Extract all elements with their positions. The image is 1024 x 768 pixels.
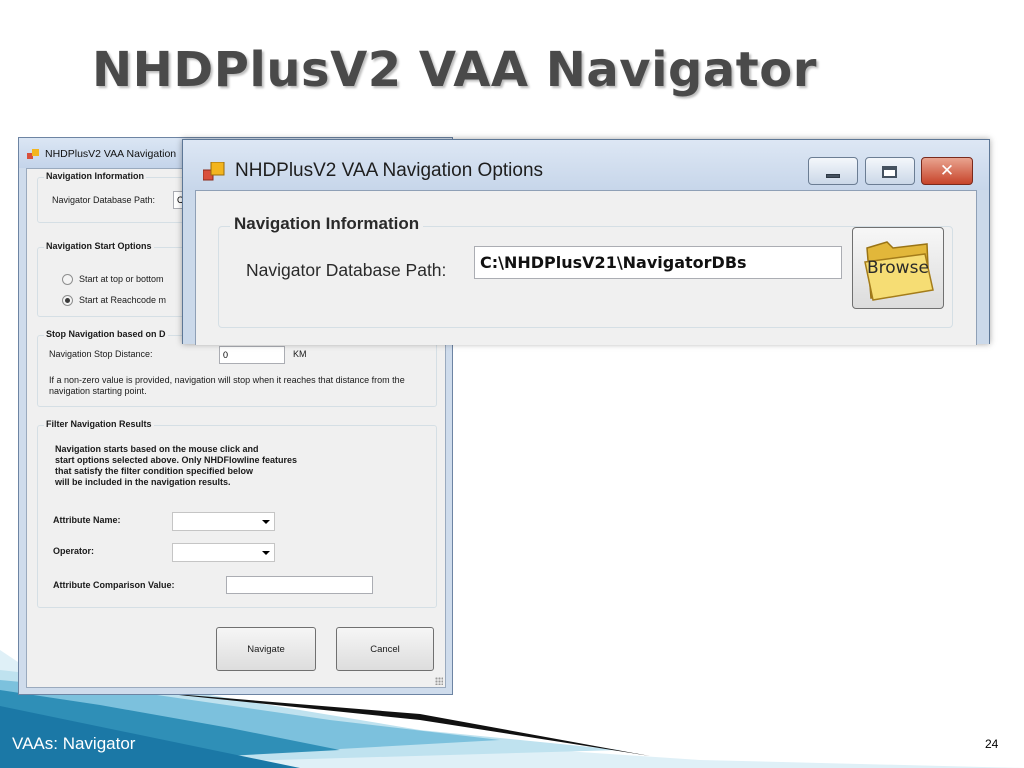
cancel-button[interactable]: Cancel [336,627,434,671]
filter-note-line3: that satisfy the filter condition specif… [55,466,254,476]
large-window-title: NHDPlusV2 VAA Navigation Options [235,160,544,181]
start-top-bottom-radio[interactable] [62,274,73,285]
dropdown-arrow-icon [262,551,270,555]
large-window-client: Navigation Information Navigator Databas… [195,190,977,345]
stop-distance-input[interactable]: 0 [219,346,285,364]
large-titlebar[interactable]: NHDPlusV2 VAA Navigation Options ✕ [183,140,989,190]
large-db-path-label: Navigator Database Path: [246,260,447,280]
attr-name-label: Attribute Name: [53,515,121,525]
distance-unit: KM [293,349,307,359]
start-top-bottom-label: Start at top or bottom [79,274,164,284]
start-reachcode-radio[interactable] [62,295,73,306]
stop-distance-label: Navigation Stop Distance: [49,349,153,359]
stop-nav-legend: Stop Navigation based on D [44,329,168,339]
operator-select[interactable] [172,543,275,562]
close-icon: ✕ [939,161,955,181]
page-number: 24 [985,737,999,751]
browse-label: Browse [867,258,929,278]
minimize-icon [826,174,840,178]
browse-button[interactable]: Browse [852,227,944,309]
db-path-label: Navigator Database Path: [52,195,156,205]
start-reachcode-label: Start at Reachcode m [79,295,167,305]
filter-note-line4: will be included in the navigation resul… [55,477,231,487]
nav-info-legend: Navigation Information [44,171,147,181]
close-button[interactable]: ✕ [921,157,973,185]
filter-note-line2: start options selected above. Only NHDFl… [55,455,298,465]
comparison-input[interactable] [226,576,373,594]
small-window-title: NHDPlusV2 VAA Navigation [45,148,177,160]
large-nav-info-legend: Navigation Information [230,214,424,234]
comparison-label: Attribute Comparison Value: [53,580,175,590]
large-db-path-input[interactable]: C:\NHDPlusV21\NavigatorDBs [474,246,842,279]
navigate-button[interactable]: Navigate [216,627,316,671]
maximize-icon [882,166,897,178]
filter-legend: Filter Navigation Results [44,419,154,429]
minimize-button[interactable] [808,157,858,185]
stop-nav-note: If a non-zero value is provided, navigat… [49,375,405,396]
start-options-legend: Navigation Start Options [44,241,154,251]
footer-label: VAAs: Navigator [12,734,136,753]
maximize-button[interactable] [865,157,915,185]
operator-label: Operator: [53,546,95,556]
dropdown-arrow-icon [262,520,270,524]
app-icon [203,162,225,181]
navigation-options-window: NHDPlusV2 VAA Navigation Options ✕ Navig… [182,139,990,345]
resize-grip-icon[interactable] [435,677,443,685]
slide-title: NHDPlusV2 VAA Navigator [92,42,817,98]
app-icon [27,149,39,159]
filter-note-line1: Navigation starts based on the mouse cli… [55,444,259,454]
attr-name-select[interactable] [172,512,275,531]
